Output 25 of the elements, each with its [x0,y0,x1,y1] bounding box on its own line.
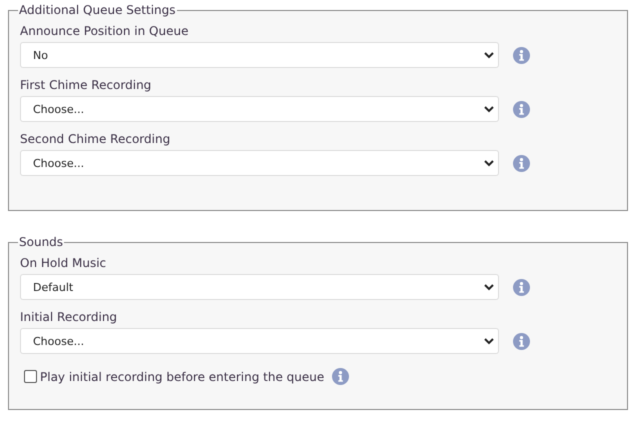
field-label: On Hold Music [20,256,108,270]
info-icon[interactable] [513,332,530,350]
dropdown-field[interactable]: No [20,42,499,68]
info-icon[interactable] [513,100,530,118]
chevron-icon [484,338,494,344]
dropdown-field[interactable]: Choose... [20,96,499,122]
checkbox-label: Play initial recording before entering the queue [40,370,324,384]
field-label: Announce Position in Queue [20,24,190,38]
checkbox[interactable] [24,370,37,383]
info-icon[interactable] [513,46,530,64]
info-icon[interactable] [332,368,350,385]
dropdown-field[interactable]: Default [20,274,499,300]
field-label: First Chime Recording [20,78,152,92]
field-label: Second Chime Recording [20,132,172,146]
field-label: Initial Recording [20,310,118,324]
info-icon[interactable] [513,154,530,172]
dropdown-field[interactable]: Choose... [20,150,499,176]
chevron-icon [484,52,494,58]
info-icon[interactable] [513,278,530,296]
panel-title: Sounds [18,235,64,249]
panel-title: Additional Queue Settings [18,3,177,17]
chevron-icon [484,160,494,166]
dropdown-field[interactable]: Choose... [20,328,499,354]
chevron-icon [484,284,494,290]
chevron-icon [484,106,494,112]
